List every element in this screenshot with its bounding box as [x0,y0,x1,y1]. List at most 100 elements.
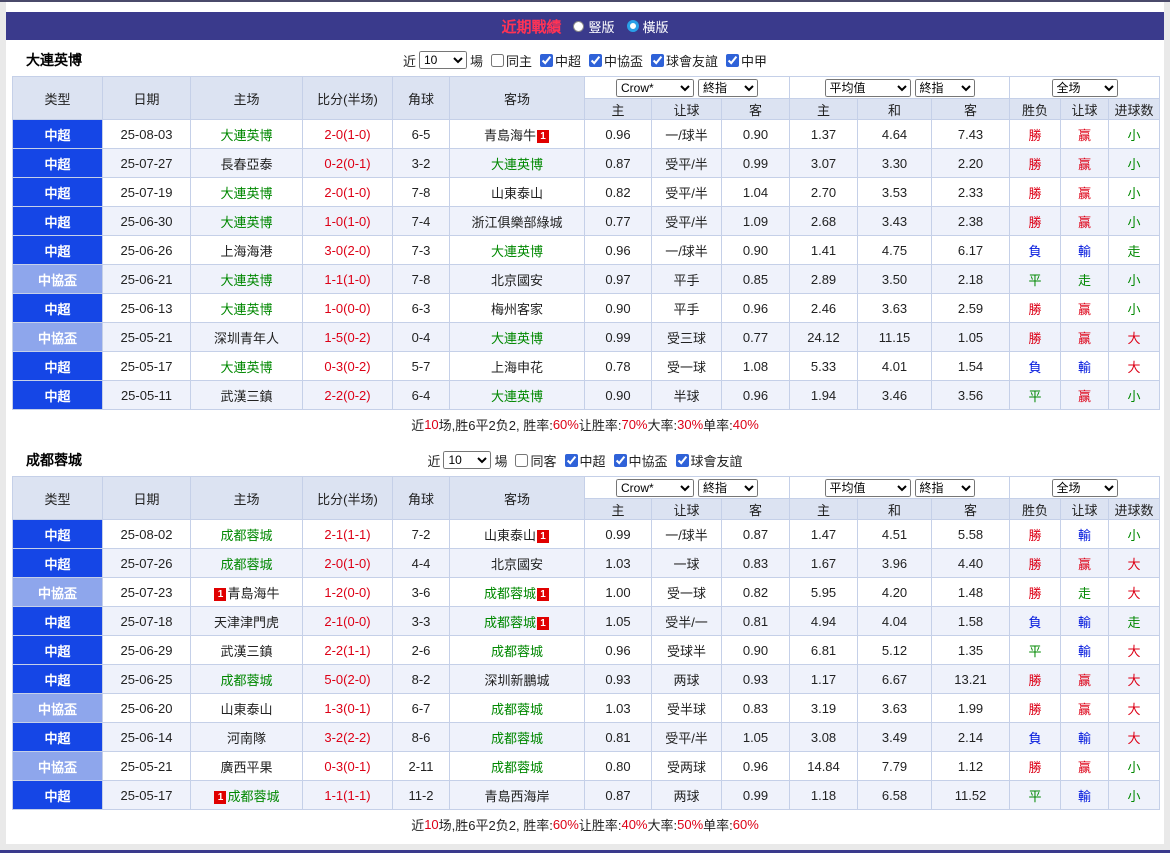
team-link[interactable]: 廣西平果 [220,760,272,775]
filter-checkbox-input[interactable] [675,453,689,467]
column-header-0: 类型 [12,476,103,520]
team-link[interactable]: 成都蓉城 [220,557,272,572]
avg-index-select[interactable]: 終指 [914,478,975,497]
book-index-select[interactable]: 終指 [698,478,758,497]
team-link[interactable]: 成都蓉城 [491,731,543,746]
team-link[interactable]: 成都蓉城 [491,760,543,775]
team-link[interactable]: 大連英博 [491,331,543,346]
team-link[interactable]: 青島海牛 [227,586,279,601]
team-link[interactable]: 成都蓉城 [484,615,536,630]
team-link[interactable]: 深圳新鵬城 [484,673,549,688]
result-text: 赢 [1078,701,1092,717]
team-link[interactable]: 成都蓉城 [491,702,543,717]
filter-checkbox-1[interactable]: 中超 [564,451,606,470]
type-cell: 中超 [12,606,103,636]
filter-checkbox-0[interactable]: 同客 [515,451,557,470]
team-link[interactable]: 河南隊 [227,731,266,746]
filter-checkbox-2[interactable]: 中協盃 [613,451,668,470]
type-cell: 中協盃 [12,577,103,607]
filter-checkbox-2[interactable]: 中協盃 [589,51,643,70]
filter-checkbox-0[interactable]: 同主 [490,51,532,70]
team-link[interactable]: 梅州客家 [491,302,543,317]
summary-segment: 让胜率: [578,817,622,833]
result-handicap-cell: 輸 [1060,780,1110,810]
team-link[interactable]: 武漢三鎮 [220,389,272,404]
filter-checkbox-input[interactable] [589,53,602,67]
away-team-cell: 山東泰山 [449,177,585,207]
team-link[interactable]: 北京國安 [491,273,543,288]
filter-checkbox-input[interactable] [539,53,553,67]
summary-segment: 10 [424,816,439,832]
layout-option-horizontal[interactable]: 橫版 [626,17,669,36]
radio-icon[interactable] [626,20,639,32]
result-text: 勝 [1028,185,1042,201]
result-text: 走 [1078,585,1092,601]
home-team-cell: 長春亞泰 [190,148,303,178]
scope-select[interactable]: 全场 [1051,478,1118,497]
table-row: 中超 25-06-13 大連英博 1-0(0-0) 6-3 梅州客家 0.90 平手 0.96 2… [12,293,1161,323]
team-link[interactable]: 大連英博 [220,302,272,317]
average-select[interactable]: 平均值 [824,478,911,497]
summary-segment: 近 [411,417,425,433]
recent-count-select[interactable]: 10 [443,451,492,469]
team-link[interactable]: 北京國安 [491,557,543,572]
team-link[interactable]: 大連英博 [220,128,272,143]
team-link[interactable]: 武漢三鎮 [220,644,272,659]
team-link[interactable]: 上海海港 [220,244,272,259]
team-link[interactable]: 大連英博 [220,215,272,230]
team-link[interactable]: 成都蓉城 [491,644,543,659]
result-outcome-cell: 平 [1009,380,1062,410]
near-label: 近 [402,53,416,69]
team-link[interactable]: 成都蓉城 [220,673,272,688]
filter-checkbox-input[interactable] [613,453,627,467]
team-link[interactable]: 成都蓉城 [227,789,279,804]
corner-cell: 3-3 [392,606,450,636]
bookmaker-select[interactable]: Crow* [616,478,694,497]
filter-checkbox-input[interactable] [651,53,665,67]
avg-home-cell: 1.18 [789,780,859,810]
score-cell: 1-1(1-0) [302,264,393,294]
team-link[interactable]: 大連英博 [491,389,543,404]
average-select[interactable]: 平均值 [824,78,911,97]
average-select-group: 平均值 終指 [789,476,1011,499]
scope-select[interactable]: 全场 [1051,78,1118,97]
team-link[interactable]: 成都蓉城 [220,528,272,543]
team-link[interactable]: 浙江俱樂部綠城 [471,215,562,230]
team-link[interactable]: 山東泰山 [491,186,543,201]
filter-checkbox-3[interactable]: 球會友誼 [675,451,743,470]
avg-index-select[interactable]: 終指 [914,78,975,97]
away-team-cell: 梅州客家 [449,293,585,323]
result-text: 小 [1127,272,1141,288]
filter-checkbox-input[interactable] [726,53,740,67]
team-link[interactable]: 大連英博 [220,360,272,375]
filter-checkbox-1[interactable]: 中超 [539,51,581,70]
team-link[interactable]: 成都蓉城 [484,586,536,601]
team-link[interactable]: 青島海牛 [484,128,536,143]
team-link[interactable]: 長春亞泰 [220,157,272,172]
filter-checkbox-input[interactable] [564,453,578,467]
team-link[interactable]: 大連英博 [491,244,543,259]
team-link[interactable]: 深圳青年人 [214,331,279,346]
team-link[interactable]: 大連英博 [220,186,272,201]
bookmaker-select[interactable]: Crow* [616,78,694,97]
result-handicap-cell: 赢 [1060,322,1110,352]
corner-cell: 6-7 [392,693,450,723]
team-link[interactable]: 上海申花 [491,360,543,375]
filter-checkbox-3[interactable]: 球會友誼 [651,51,718,70]
radio-icon[interactable] [573,20,585,32]
team-link[interactable]: 大連英博 [220,273,272,288]
book-index-select[interactable]: 終指 [698,78,758,97]
filter-checkbox-input[interactable] [515,453,529,467]
recent-count-select[interactable]: 10 [418,51,467,69]
score-text: 2-1(0-0) [324,613,371,629]
team-link[interactable]: 山東泰山 [484,528,536,543]
layout-option-vertical[interactable]: 豎版 [573,17,615,36]
date-cell: 25-05-21 [102,751,191,781]
team-link[interactable]: 青島西海岸 [484,789,549,804]
team-link[interactable]: 天津津門虎 [214,615,279,630]
filter-checkbox-input[interactable] [490,53,504,67]
filter-checkbox-4[interactable]: 中甲 [726,51,767,70]
avg-draw-cell: 4.20 [857,577,933,607]
team-link[interactable]: 大連英博 [491,157,543,172]
team-link[interactable]: 山東泰山 [220,702,272,717]
